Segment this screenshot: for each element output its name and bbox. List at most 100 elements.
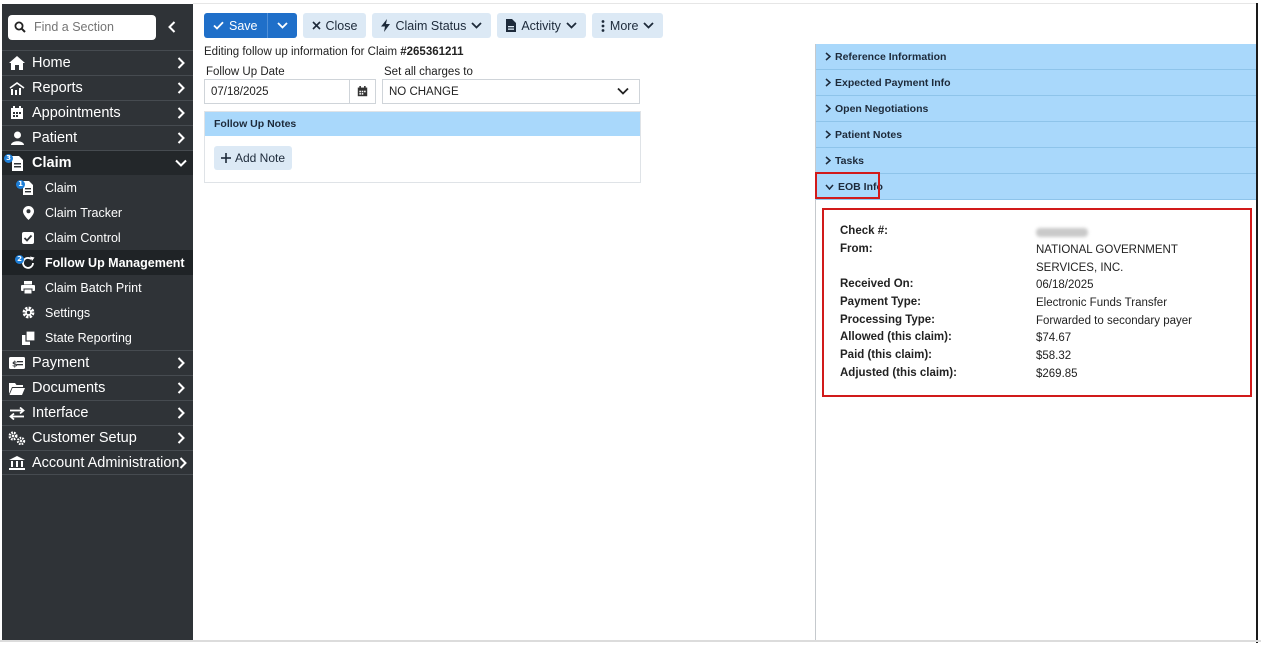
chevron-left-icon [168,21,176,33]
claim-step-badge: 1 [16,180,25,189]
sidebar-item-label: Account Administration [32,454,180,471]
sidebar-item-home[interactable]: Home [2,50,193,75]
sidebar-item-reports[interactable]: Reports [2,75,193,100]
payment-type-value: Electronic Funds Transfer [1036,297,1168,309]
check-number-label: Check #: [840,225,888,237]
collapse-sidebar-button[interactable] [168,21,176,33]
chevron-down-icon [643,22,655,29]
chevron-right-icon [177,132,185,144]
allowed-value: $74.67 [1036,332,1072,344]
accordion-label: Open Negotiations [835,102,929,115]
claim-count-badge: 3 [4,154,13,163]
lightning-icon [381,19,391,32]
follow-up-date-input[interactable] [205,85,345,98]
chevron-right-icon [825,52,831,61]
eob-info-details: Check #: From: NATIONAL GOVERNMENT SERVI… [822,208,1252,397]
sidebar-item-claim[interactable]: 3 Claim [2,150,193,175]
accordion-patient-notes[interactable]: Patient Notes [816,122,1256,148]
add-note-button[interactable]: Add Note [214,146,293,170]
folder-open-icon [8,382,26,395]
sidebar-item-label: Documents [32,380,106,396]
sidebar-item-appointments[interactable]: Appointments [2,100,193,125]
document-icon [506,19,517,32]
sidebar-item-label: Patient [32,130,78,146]
search-input[interactable] [34,20,144,34]
printer-icon [20,281,36,294]
chevron-right-icon [825,104,831,113]
sidebar-item-customer-setup[interactable]: Customer Setup [2,425,193,450]
chevron-down-icon [471,22,482,29]
allowed-label: Allowed (this claim): [840,331,952,343]
sidebar-subitem-label: Claim [45,180,77,195]
redacted-check-number [1036,228,1088,237]
claim-number: #265361211 [400,46,464,58]
paid-label: Paid (this claim): [840,349,933,361]
sidebar-subitem-claim[interactable]: 1 Claim [2,175,193,200]
set-all-charges-value: NO CHANGE [389,85,459,98]
save-button[interactable]: Save [204,13,297,38]
save-label: Save [229,18,258,33]
sidebar-subitem-label: State Reporting [45,330,132,345]
bank-icon [8,455,26,470]
add-note-label: Add Note [235,151,286,165]
from-label: From: [840,243,873,255]
sidebar-item-interface[interactable]: Interface [2,400,193,425]
chevron-down-icon[interactable] [276,22,288,29]
calendar-icon [8,106,26,120]
close-label: Close [325,18,358,33]
editing-prefix: Editing follow up information for Claim [204,46,401,58]
accordion-reference-information[interactable]: Reference Information [816,44,1256,70]
sidebar-subitem-label: Follow Up Management [45,255,185,270]
claim-status-button[interactable]: Claim Status [372,13,492,38]
chevron-right-icon [177,357,185,369]
window-bottom-edge [0,640,1261,642]
paid-value: $58.32 [1036,350,1072,362]
sidebar-item-label: Home [32,55,71,71]
sidebar-item-account-administration[interactable]: Account Administration [2,450,193,475]
sidebar-subitem-claim-tracker[interactable]: Claim Tracker [2,200,193,225]
sidebar-subitem-follow-up-management[interactable]: 2 Follow Up Management [2,250,193,275]
payment-type-label: Payment Type: [840,296,921,308]
sidebar-subitem-label: Settings [45,305,91,320]
search-box[interactable] [8,14,156,40]
chevron-down-icon [566,22,577,29]
sidebar-item-label: Reports [32,80,83,96]
accordion-open-negotiations[interactable]: Open Negotiations [816,96,1256,122]
set-all-charges-select[interactable]: NO CHANGE [382,79,640,104]
sidebar-item-payment[interactable]: $ Payment [2,350,193,375]
accordion-eob-info[interactable]: EOB Info [816,174,1256,200]
chevron-right-icon [825,130,831,139]
gears-icon [8,431,26,445]
more-label: More [609,18,639,33]
sidebar-item-documents[interactable]: Documents [2,375,193,400]
chevron-down-icon [617,87,629,95]
calendar-button[interactable] [349,80,375,103]
sidebar-item-label: Payment [32,355,90,371]
sidebar-subitem-settings[interactable]: Settings [2,300,193,325]
more-button[interactable]: More [591,13,664,38]
follow-up-notes-header: Follow Up Notes [205,112,640,136]
accordion-tasks[interactable]: Tasks [816,148,1256,174]
sidebar-subitem-claim-control[interactable]: Claim Control [2,225,193,250]
set-all-charges-label: Set all charges to [384,66,473,78]
sidebar-subitem-state-reporting[interactable]: State Reporting [2,325,193,350]
chevron-right-icon [177,407,185,419]
chevron-right-icon [177,382,185,394]
section-search [2,4,193,50]
accordion-label: Expected Payment Info [835,76,951,89]
sidebar-subitem-claim-batch-print[interactable]: Claim Batch Print [2,275,193,300]
gear-icon [20,306,36,319]
calendar-icon [357,86,368,97]
accordion-label: Patient Notes [835,128,903,141]
sidebar-item-patient[interactable]: Patient [2,125,193,150]
toolbar: Save Close Claim Status Activity More [204,13,664,38]
close-button[interactable]: Close [302,13,367,38]
chevron-right-icon [177,432,185,444]
chevron-right-icon [825,78,831,87]
money-icon: $ [8,357,26,369]
accordion-expected-payment-info[interactable]: Expected Payment Info [816,70,1256,96]
activity-button[interactable]: Activity [497,13,586,38]
follow-up-notes-panel: Follow Up Notes Add Note [204,111,641,183]
close-icon [311,21,321,30]
follow-up-date-field[interactable] [204,79,376,104]
